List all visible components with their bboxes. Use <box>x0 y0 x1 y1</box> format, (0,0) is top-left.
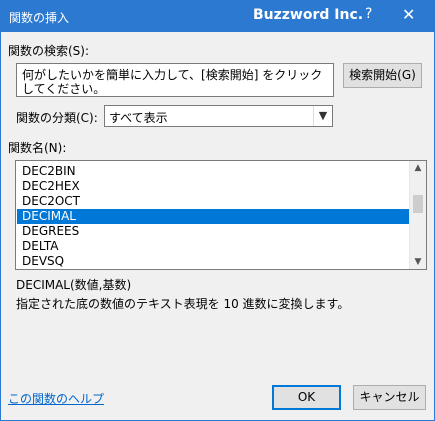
scroll-thumb[interactable] <box>413 195 423 213</box>
dialog-title: 関数の挿入 <box>9 11 70 25</box>
list-item[interactable]: DEVSQ <box>20 254 411 269</box>
search-label: 関数の検索(S): <box>8 44 90 58</box>
list-item[interactable]: DEC2BIN <box>20 164 411 179</box>
chevron-down-icon[interactable]: ▼ <box>313 106 332 126</box>
list-item[interactable]: DEC2OCT <box>20 194 411 209</box>
function-help-link[interactable]: この関数のヘルプ <box>8 390 104 407</box>
function-list-items: DEC2BIN DEC2HEX DEC2OCT DECIMAL DEGREES … <box>16 161 411 269</box>
search-input[interactable]: 何がしたいかを簡単に入力して、[検索開始] をクリックしてください。 <box>16 63 334 97</box>
function-list-label: 関数名(N): <box>8 141 67 155</box>
ok-button[interactable]: OK <box>272 385 341 410</box>
category-select[interactable]: すべて表示 ▼ <box>104 105 333 127</box>
category-selected-value: すべて表示 <box>109 111 168 125</box>
function-syntax: DECIMAL(数値,基数) <box>16 278 132 292</box>
scroll-up-icon[interactable]: ▲ <box>410 161 426 175</box>
title-bar[interactable]: 関数の挿入 Buzzword Inc. ? ✕ <box>1 1 434 32</box>
list-item[interactable]: DEGREES <box>20 224 411 239</box>
list-scrollbar[interactable]: ▲ ▼ <box>409 161 426 269</box>
function-description: 指定された底の数値のテキスト表現を 10 進数に変換します。 <box>16 297 350 311</box>
brand-label: Buzzword Inc. <box>253 7 364 23</box>
close-icon[interactable]: ✕ <box>402 5 415 24</box>
list-item-selected[interactable]: DECIMAL <box>17 209 411 224</box>
list-item[interactable]: DEC2HEX <box>20 179 411 194</box>
function-listbox[interactable]: DEC2BIN DEC2HEX DEC2OCT DECIMAL DEGREES … <box>15 160 427 270</box>
cancel-button[interactable]: キャンセル <box>353 385 426 410</box>
list-item[interactable]: DELTA <box>20 239 411 254</box>
category-label: 関数の分類(C): <box>16 111 98 125</box>
scroll-down-icon[interactable]: ▼ <box>410 255 426 269</box>
insert-function-dialog: 関数の挿入 Buzzword Inc. ? ✕ 関数の検索(S): 何がしたいか… <box>0 0 435 421</box>
help-icon[interactable]: ? <box>365 6 372 22</box>
search-start-button[interactable]: 検索開始(G) <box>343 63 422 88</box>
